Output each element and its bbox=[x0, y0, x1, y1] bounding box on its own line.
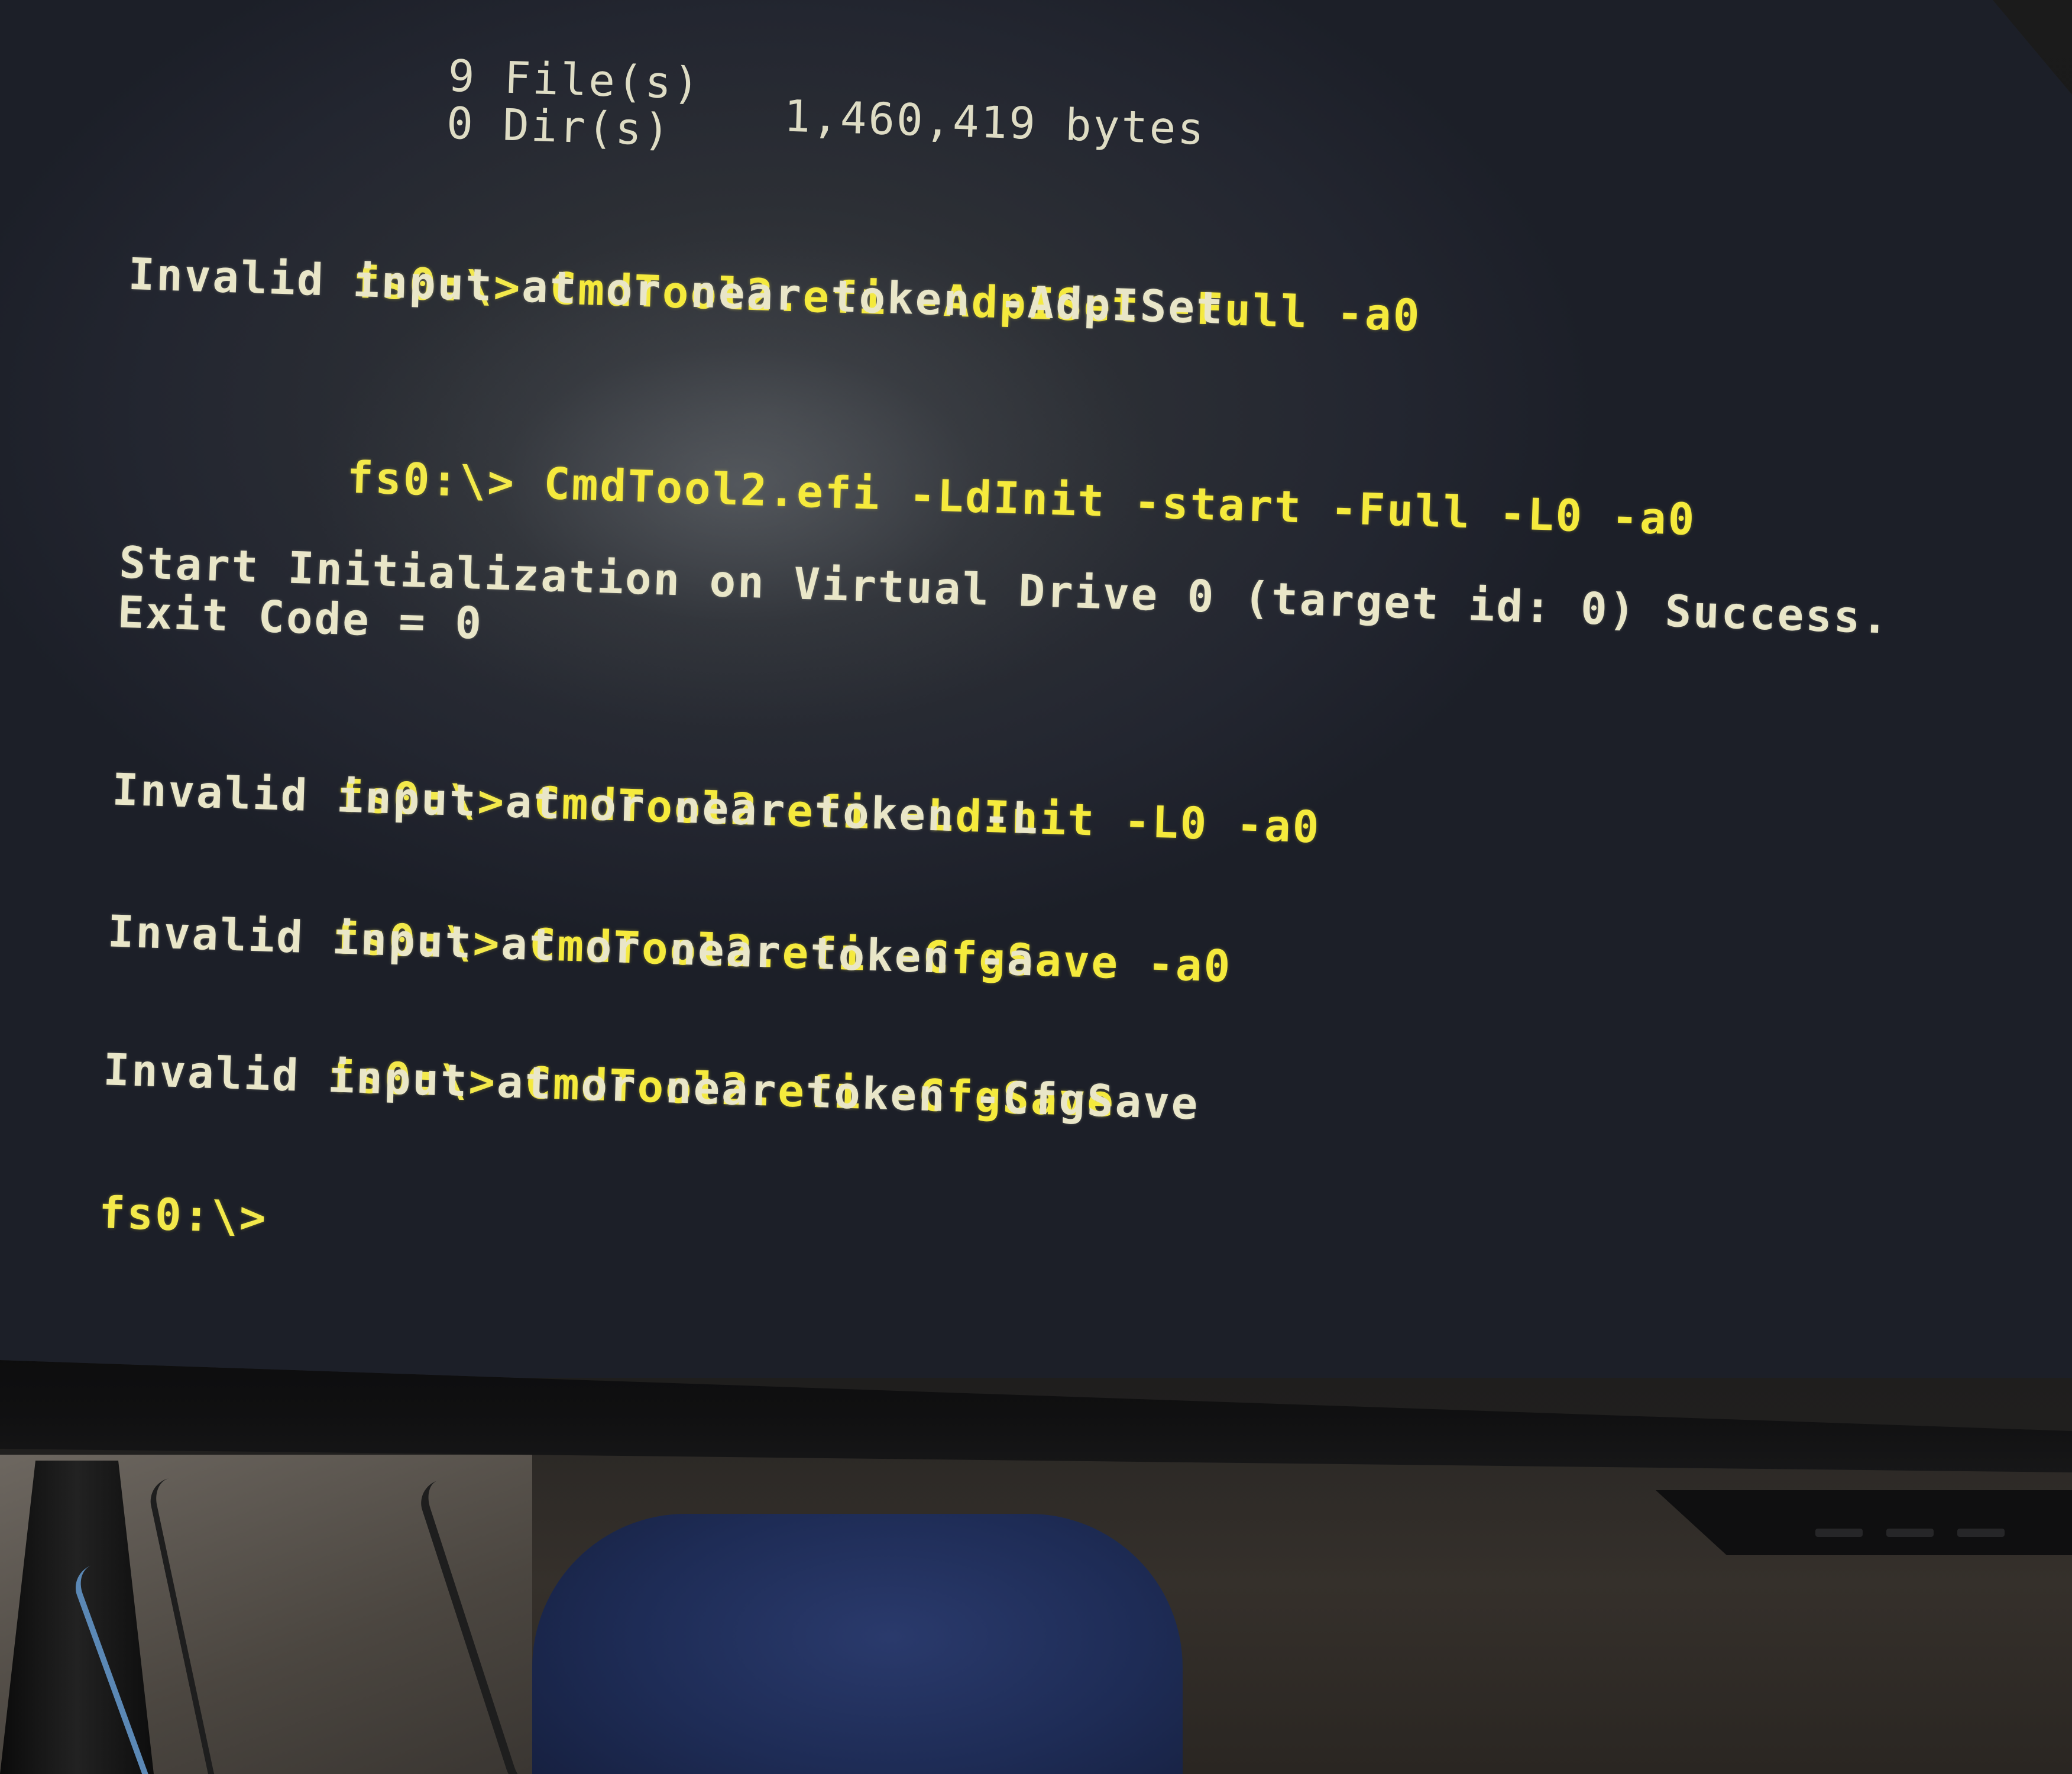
command-text: CmdTool2.efi -LdInit -start -Full -L0 -a… bbox=[543, 458, 1697, 546]
monitor-button[interactable] bbox=[1815, 1529, 1863, 1537]
monitor-button[interactable] bbox=[1957, 1529, 2005, 1537]
office-chair bbox=[532, 1514, 1183, 1774]
current-shell-prompt[interactable]: fs0:\> bbox=[98, 1187, 268, 1244]
photo-scene: 9 File(s) 1,460,419 bytes 0 Dir(s) fs0:\… bbox=[0, 0, 2072, 1774]
monitor-screen: 9 File(s) 1,460,419 bytes 0 Dir(s) fs0:\… bbox=[0, 0, 2072, 1378]
monitor-control-panel bbox=[1656, 1490, 2072, 1555]
dir-total-bytes: 1,460,419 bytes bbox=[783, 90, 1207, 155]
exit-code-output: Exit Code = 0 bbox=[116, 587, 484, 649]
monitor-button[interactable] bbox=[1886, 1529, 1934, 1537]
shell-prompt: fs0:\> bbox=[346, 452, 517, 509]
uefi-shell-terminal[interactable]: 9 File(s) 1,460,419 bytes 0 Dir(s) fs0:\… bbox=[96, 30, 2027, 1359]
dir-dirs-count: 0 Dir(s) bbox=[445, 98, 672, 156]
